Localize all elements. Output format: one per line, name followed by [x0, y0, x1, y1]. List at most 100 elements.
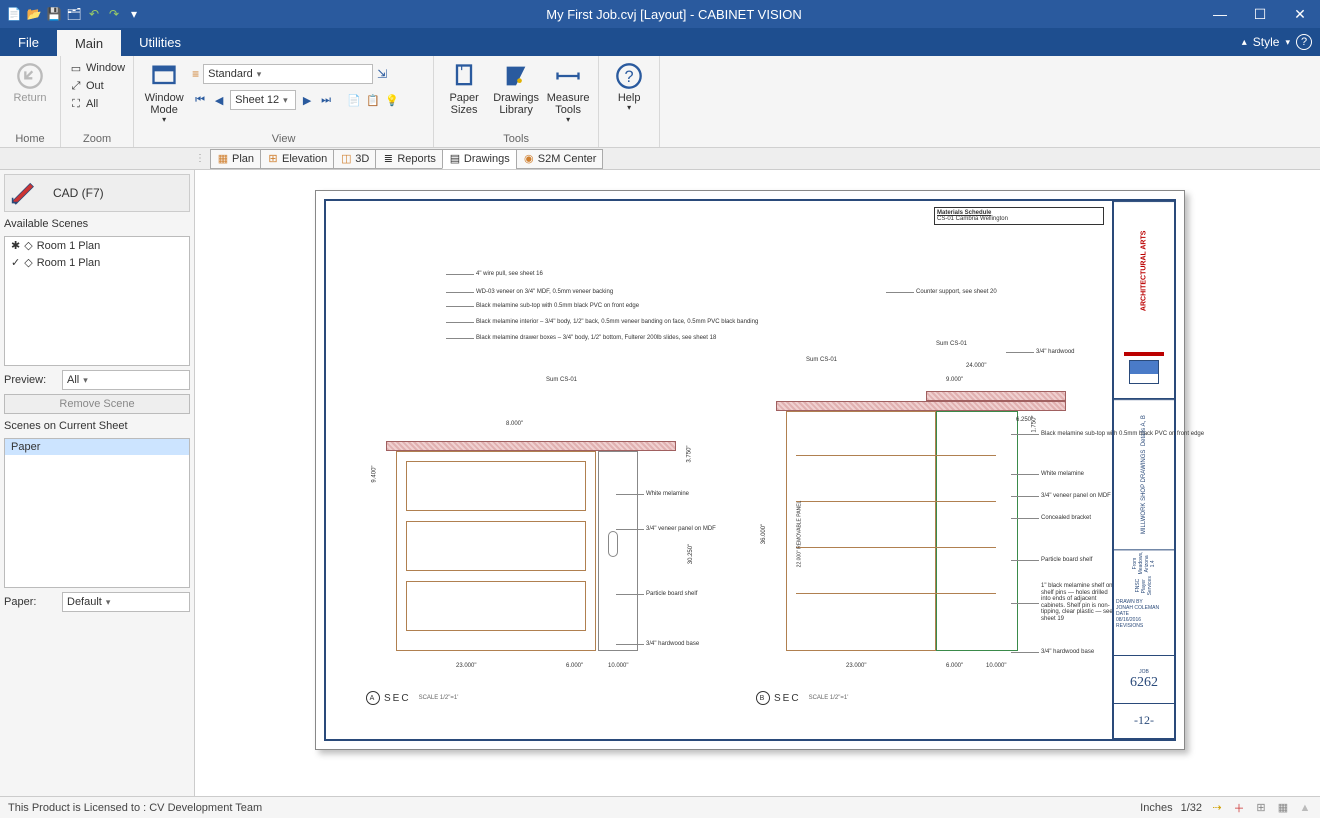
ortho-icon[interactable]: ＋ — [1232, 801, 1246, 815]
measure-tools-icon — [554, 62, 582, 90]
style-label[interactable]: Style — [1253, 35, 1280, 49]
first-sheet-button[interactable]: ⏮ — [192, 92, 208, 108]
list-item[interactable]: Paper — [5, 439, 189, 455]
prev-sheet-button[interactable]: ◀ — [211, 92, 227, 108]
cube-icon: ◫ — [340, 153, 352, 165]
ribbon-group-home: Return Home — [0, 56, 61, 147]
preview-select[interactable]: All — [62, 370, 190, 390]
available-scenes-label: Available Scenes — [4, 216, 190, 232]
license-text: This Product is Licensed to : CV Develop… — [8, 802, 262, 814]
current-sheet-list[interactable]: Paper — [4, 438, 190, 588]
layer-icon[interactable]: ≡ — [192, 67, 199, 81]
tab-main[interactable]: Main — [57, 28, 121, 56]
warn-icon[interactable]: ▲ — [1298, 801, 1312, 815]
viewtab-elevation[interactable]: ⊞Elevation — [260, 149, 334, 169]
return-button[interactable]: Return — [6, 60, 54, 106]
elevation-icon: ⊞ — [267, 153, 279, 165]
chevron-down-icon: ▾ — [162, 116, 166, 125]
next-sheet-button[interactable]: ▶ — [299, 92, 315, 108]
ribbon-group-tools: Paper Sizes Drawings Library Measure Too… — [434, 56, 599, 147]
tab-utilities[interactable]: Utilities — [121, 28, 199, 56]
style-dropdown-icon[interactable]: ▾ — [1285, 37, 1290, 48]
chevron-down-icon: ▾ — [627, 104, 631, 113]
maximize-button[interactable]: ☐ — [1240, 0, 1280, 28]
view-tabs: ⋮ ▦Plan ⊞Elevation ◫3D ≣Reports ▤Drawing… — [0, 148, 1320, 170]
window-controls: — ☐ ✕ — [1200, 0, 1320, 28]
viewtab-s2m[interactable]: ◉S2M Center — [516, 149, 604, 169]
cad-button[interactable]: CAD (F7) — [4, 174, 190, 212]
window-mode-button[interactable]: Window Mode ▾ — [140, 60, 188, 127]
help-button[interactable]: ? Help ▾ — [605, 60, 653, 115]
grid2-icon[interactable]: ▦ — [1276, 801, 1290, 815]
paper-sizes-button[interactable]: Paper Sizes — [440, 60, 488, 118]
return-icon — [16, 62, 44, 90]
list-item[interactable]: ✓◇Room 1 Plan — [5, 254, 189, 271]
snap-toggle-icon[interactable]: ⇢ — [1210, 801, 1224, 815]
minimize-button[interactable]: — — [1200, 0, 1240, 28]
ribbon-group-view: Window Mode ▾ ≡ Standard ⇲ ⏮ ◀ Sheet 12 … — [134, 56, 434, 147]
materials-schedule: Materials Schedule CS-01 Cambria Welling… — [934, 207, 1104, 225]
copy-sheet-icon[interactable]: 📋 — [365, 92, 381, 108]
remove-scene-button[interactable]: Remove Scene — [4, 394, 190, 414]
qat-dropdown-icon[interactable]: ▾ — [126, 6, 142, 22]
new-sheet-icon[interactable]: 📄 — [346, 92, 362, 108]
paper-row: Paper: Default — [4, 592, 190, 612]
idea-icon[interactable]: 💡 — [384, 92, 400, 108]
measure-tools-button[interactable]: Measure Tools ▾ — [544, 60, 592, 127]
ribbon-group-help: ? Help ▾ — [599, 56, 660, 147]
s2m-icon: ◉ — [523, 153, 535, 165]
section-a: 4" wire pull, see sheet 16 WD-03 veneer … — [346, 301, 716, 701]
viewtab-3d[interactable]: ◫3D — [333, 149, 376, 169]
last-sheet-button[interactable]: ⏭ — [318, 92, 334, 108]
paper-select[interactable]: Default — [62, 592, 190, 612]
drawings-library-button[interactable]: Drawings Library — [492, 60, 540, 118]
preview-row: Preview: All — [4, 370, 190, 390]
check-icon: ✓ — [11, 256, 20, 269]
zoom-window-button[interactable]: ▭Window — [67, 60, 127, 76]
close-button[interactable]: ✕ — [1280, 0, 1320, 28]
grid-icon[interactable]: ⊞ — [1254, 801, 1268, 815]
units-label[interactable]: Inches — [1140, 802, 1172, 814]
layer-tool-icon[interactable]: ⇲ — [377, 67, 387, 81]
viewtab-drawings[interactable]: ▤Drawings — [442, 149, 517, 169]
sheet-select[interactable]: Sheet 12 — [230, 90, 296, 110]
side-panel: CAD (F7) Available Scenes ✱◇Room 1 Plan … — [0, 170, 195, 796]
paper-sheet: Materials Schedule CS-01 Cambria Welling… — [315, 190, 1185, 750]
main-area: CAD (F7) Available Scenes ✱◇Room 1 Plan … — [0, 170, 1320, 796]
panel-collapse-handle[interactable]: ⋮ — [195, 148, 205, 169]
help-icon[interactable]: ? — [1296, 34, 1312, 50]
open-icon[interactable]: 📂 — [26, 6, 42, 22]
zoom-out-icon: ⤢ — [69, 79, 83, 93]
ribbon: Return Home ▭Window ⤢Out ⛶All Zoom Windo… — [0, 56, 1320, 148]
available-scenes-list[interactable]: ✱◇Room 1 Plan ✓◇Room 1 Plan — [4, 236, 190, 366]
viewtab-plan[interactable]: ▦Plan — [210, 149, 261, 169]
ribbon-tabs: File Main Utilities ▴ Style ▾ ? — [0, 28, 1320, 56]
list-item[interactable]: ✱◇Room 1 Plan — [5, 237, 189, 254]
ribbon-group-zoom: ▭Window ⤢Out ⛶All Zoom — [61, 56, 134, 147]
zoom-all-icon: ⛶ — [69, 97, 83, 111]
zoom-out-button[interactable]: ⤢Out — [67, 78, 106, 94]
layer-select[interactable]: Standard — [203, 64, 373, 84]
new-icon[interactable]: 📄 — [6, 6, 22, 22]
viewtab-reports[interactable]: ≣Reports — [375, 149, 443, 169]
section-b-label: B SEC SCALE 1/2"=1' — [756, 691, 848, 705]
asterisk-icon: ✱ — [11, 239, 20, 252]
save-icon[interactable]: 💾 — [46, 6, 62, 22]
status-bar: This Product is Licensed to : CV Develop… — [0, 796, 1320, 818]
logo-icon — [1129, 360, 1159, 384]
zoom-all-button[interactable]: ⛶All — [67, 96, 100, 112]
saveall-icon[interactable]: 🗂 — [66, 6, 82, 22]
undo-icon[interactable]: ↶ — [86, 6, 102, 22]
drawing-canvas[interactable]: Materials Schedule CS-01 Cambria Welling… — [195, 170, 1320, 796]
redo-icon[interactable]: ↷ — [106, 6, 122, 22]
reports-icon: ≣ — [382, 153, 394, 165]
title-bar: 📄 📂 💾 🗂 ↶ ↷ ▾ My First Job.cvj [Layout] … — [0, 0, 1320, 28]
tab-file[interactable]: File — [0, 28, 57, 56]
title-block: ARCHITECTURAL ARTS MILLWORK SHOP DRAWING… — [1112, 201, 1174, 739]
section-b: Counter support, see sheet 20 3/4" hardw… — [736, 301, 1116, 701]
snap-label[interactable]: 1/32 — [1181, 802, 1202, 814]
diamond-icon: ◇ — [24, 239, 32, 252]
ribbon-collapse-icon[interactable]: ▴ — [1242, 37, 1247, 48]
quick-access-toolbar: 📄 📂 💾 🗂 ↶ ↷ ▾ — [0, 6, 148, 22]
zoom-window-icon: ▭ — [69, 61, 83, 75]
